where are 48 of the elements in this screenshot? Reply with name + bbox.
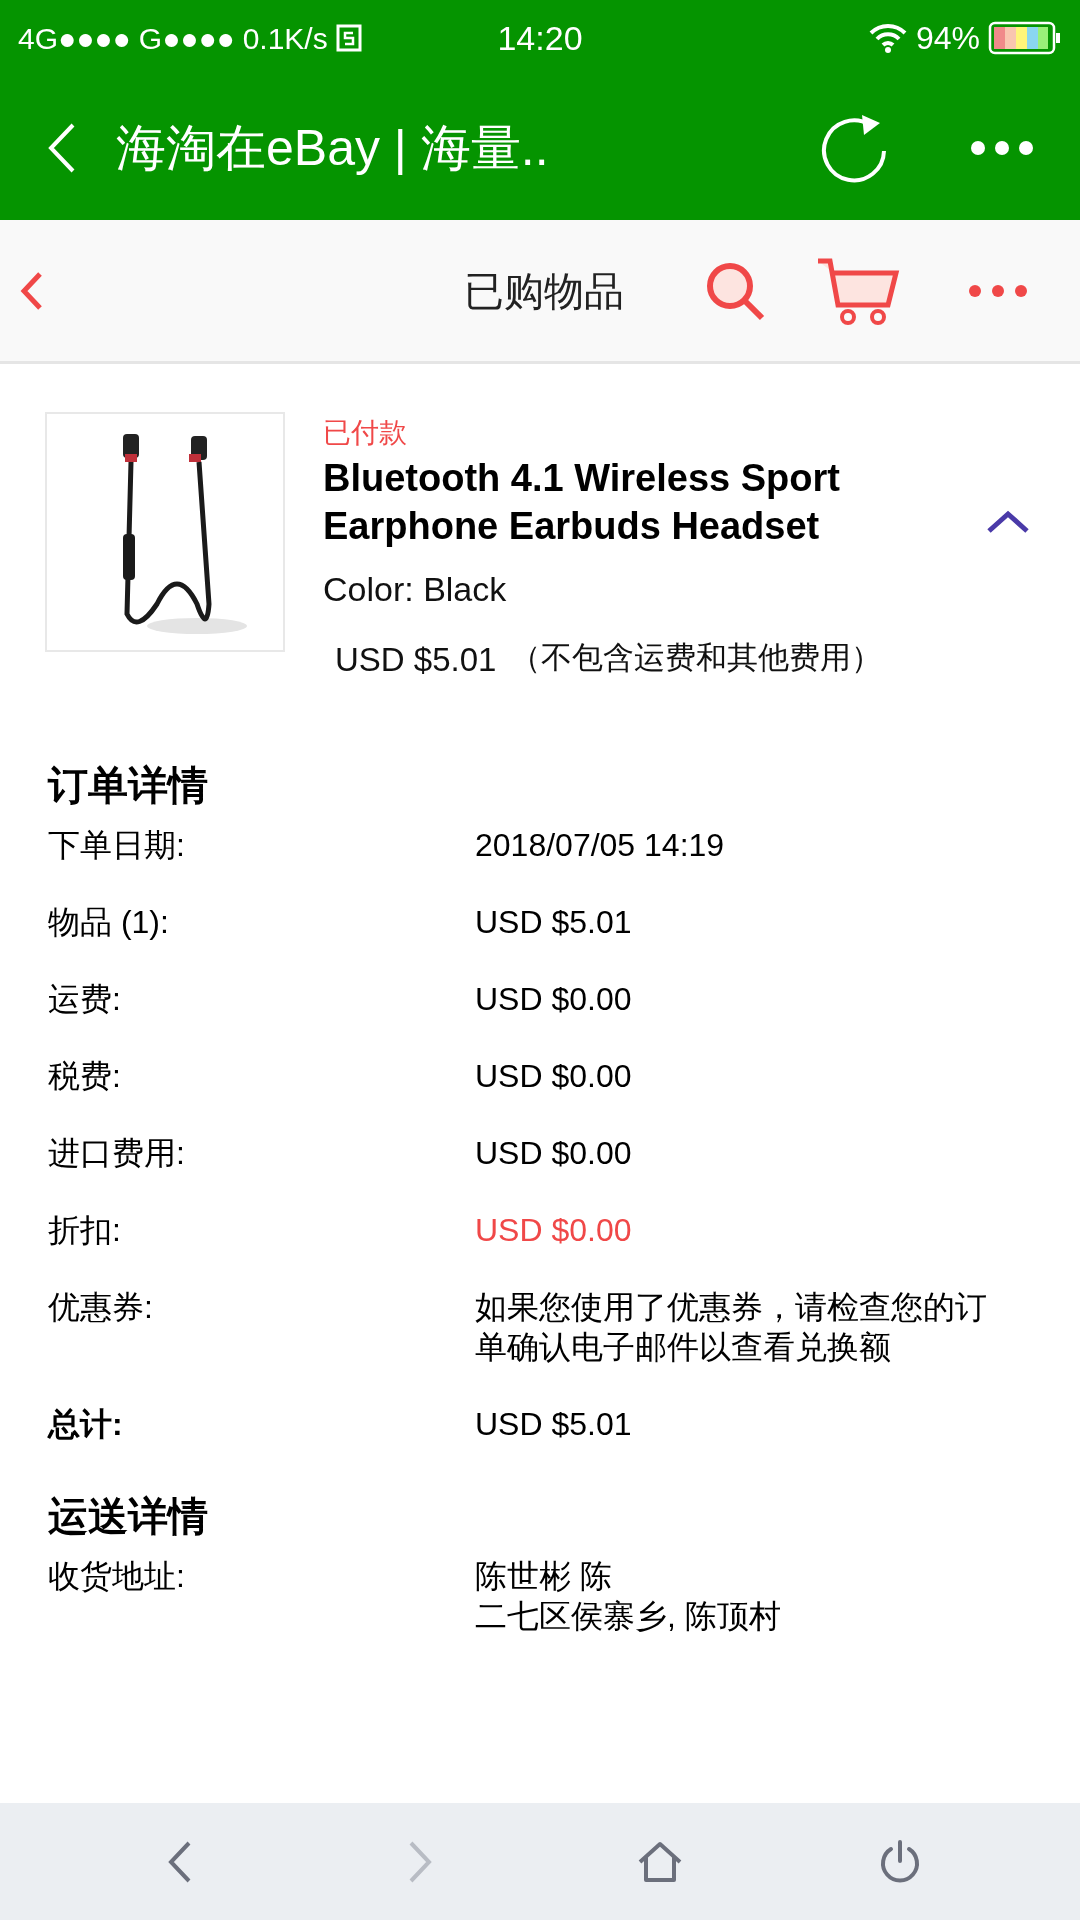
detail-value: USD $0.00 [475, 979, 633, 1019]
collapse-button[interactable] [986, 510, 1030, 534]
home-icon [637, 1840, 683, 1883]
battery-icon [988, 21, 1062, 55]
chevron-icon [986, 510, 1030, 534]
signal-text: 4G●●●● G●●●● [18, 20, 235, 57]
detail-label: 总计: [48, 1404, 124, 1444]
detail-label: 进口费用: [48, 1133, 186, 1173]
section-title: 运送详情 [48, 1492, 209, 1540]
order-status: 已付款 [323, 416, 408, 450]
page-title: 海淘在eBay | 海量.. [116, 118, 550, 178]
detail-label: 物品 (1): [48, 902, 170, 942]
network-speed: 0.1K/s [242, 20, 328, 57]
product-variation: Color: Black [323, 569, 508, 610]
detail-label: 优惠券: [48, 1287, 154, 1327]
back-icon [18, 270, 44, 311]
detail-value: 2018/07/05 14:19 [475, 825, 726, 865]
back-button[interactable] [18, 270, 44, 311]
price-note: （不包含运费和其他费用） [510, 639, 883, 677]
detail-value: USD $5.01 [475, 902, 633, 942]
more-icon [970, 140, 1034, 156]
cart-button[interactable] [816, 256, 900, 325]
more-icon [968, 283, 1028, 298]
cart-icon [816, 256, 900, 325]
battery-percent: 94% [915, 19, 980, 58]
wifi-icon [867, 22, 908, 54]
product-title: Bluetooth 4.1 Wireless Sport Earphone Earbuds Headset [323, 456, 841, 549]
detail-value: 如果您使用了优惠券，请检查您的订单确认电子邮件以查看兑换额 [475, 1287, 988, 1367]
back-icon [46, 122, 76, 174]
section-title: 订单详情 [48, 761, 209, 809]
detail-value: USD $5.01 [475, 1404, 633, 1444]
clock: 14:20 [496, 17, 584, 59]
product-price: USD $5.01 [335, 640, 497, 680]
more-button[interactable] [968, 283, 1028, 298]
detail-value: USD $0.00 [475, 1133, 633, 1173]
detail-label: 下单日期: [48, 825, 186, 865]
back-button[interactable] [46, 122, 76, 174]
detail-value: USD $0.00 [475, 1056, 633, 1096]
detail-label: 税费: [48, 1056, 122, 1096]
detail-label: 收货地址: [48, 1556, 186, 1596]
storage-icon [335, 24, 362, 52]
address-line: 二七区侯寨乡, 陈顶村 [475, 1596, 781, 1636]
detail-label: 折扣: [48, 1210, 122, 1250]
detail-value: USD $0.00 [475, 1210, 633, 1250]
detail-label: 运费: [48, 979, 122, 1019]
address-line: 陈世彬 陈 [475, 1556, 613, 1596]
more-button[interactable] [970, 140, 1034, 156]
header-title: 已购物品 [464, 267, 624, 315]
